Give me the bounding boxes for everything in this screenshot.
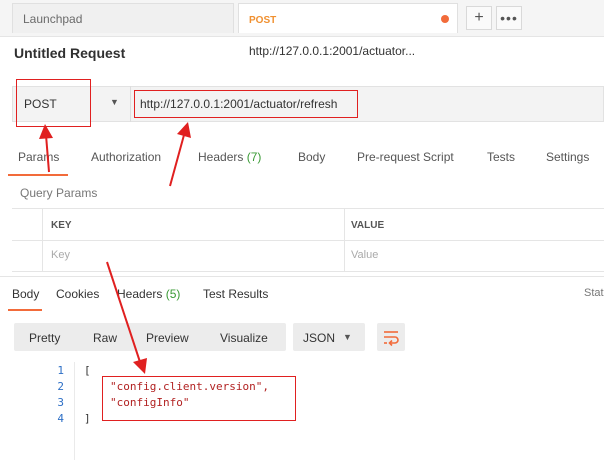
arrow-to-response [106, 261, 147, 374]
arrow-to-url [169, 122, 191, 187]
arrow-to-method [39, 124, 53, 173]
annotation-arrows [39, 122, 191, 374]
